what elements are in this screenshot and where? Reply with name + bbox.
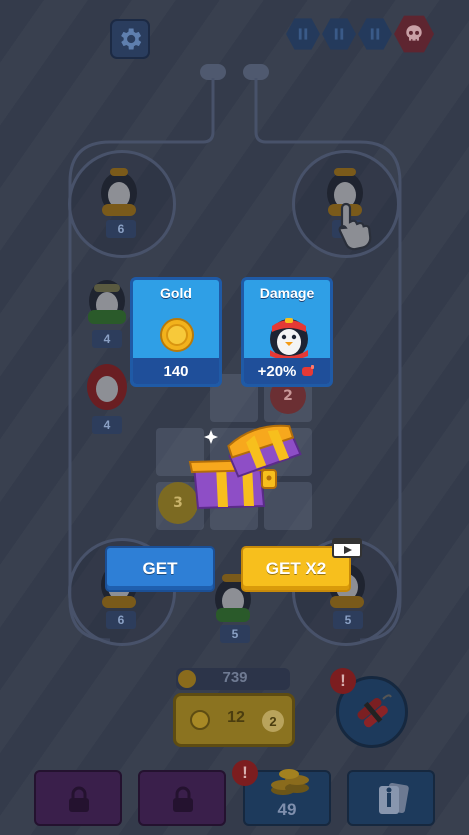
reward-card-title: Damage [259, 285, 315, 301]
tap-hand-icon [338, 202, 372, 251]
penguin-icon [270, 318, 308, 360]
level-badge: 6 [106, 220, 136, 238]
red-fist-icon [302, 365, 315, 376]
reward-card-gold: Gold 140 [130, 277, 222, 387]
coin-icon [160, 318, 194, 352]
get-button[interactable]: GET [105, 546, 215, 592]
reward-card-value: 140 [133, 358, 219, 384]
get-button-label: GET [142, 559, 178, 578]
lock-icon [173, 786, 193, 812]
coin-stack-icon [271, 769, 309, 795]
reward-card-value: +20% [257, 362, 297, 380]
level-badge: 4 [92, 330, 122, 348]
level-badge: 5 [333, 611, 363, 629]
coin-count: 739 [222, 669, 248, 686]
level-badge: 4 [92, 416, 122, 434]
reward-card-damage: Damage +20% [241, 277, 333, 387]
treasure-chest-icon [188, 424, 302, 510]
penguin-left-2[interactable] [82, 362, 132, 414]
coin-shop-alert-badge: ! [232, 760, 258, 786]
reward-card-title: Gold [160, 285, 192, 301]
buy-cost: 12 [227, 709, 245, 726]
locked-slot-2[interactable] [138, 770, 226, 826]
game-screen: 2 3 6 6 4 4 6 5 [0, 0, 469, 835]
buy-count-badge: 2 [262, 710, 284, 732]
video-ad-icon [332, 538, 362, 558]
reward-card-footer: +20% [244, 358, 330, 384]
level-badge: 6 [106, 611, 136, 629]
penguin-top-left[interactable] [94, 168, 144, 218]
info-cards-icon [379, 782, 409, 814]
level-badge: 5 [220, 625, 250, 643]
coin-shop-value: 49 [277, 800, 297, 819]
buy-unit-button[interactable]: 12 2 [173, 693, 295, 747]
info-slot[interactable] [347, 770, 435, 826]
dynamite-icon [357, 694, 392, 728]
lock-icon [69, 786, 89, 812]
locked-slot-1[interactable] [34, 770, 122, 826]
get-x2-button-label: GET X2 [265, 559, 327, 578]
coin-icon [178, 670, 196, 688]
bomb-alert-badge: ! [330, 668, 356, 694]
coin-icon [190, 710, 210, 730]
coin-wallet: 739 [176, 668, 290, 690]
penguin-left-1[interactable] [82, 276, 132, 328]
